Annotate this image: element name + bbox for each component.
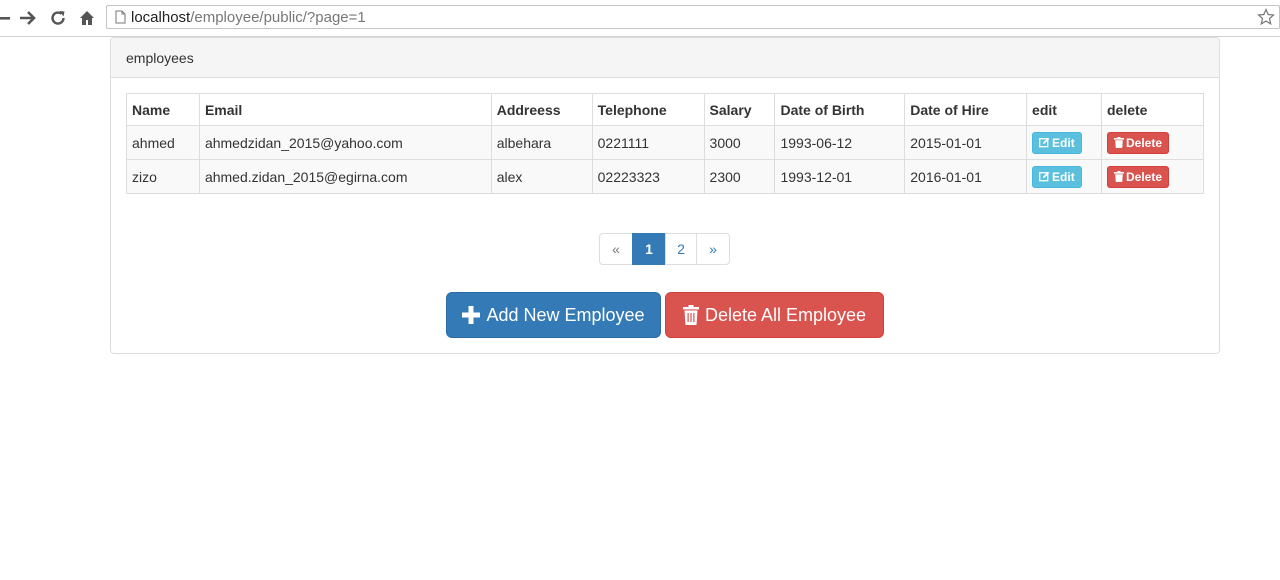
cell-salary: 3000	[703, 125, 776, 160]
table-header-row: Name Email Addreess Telephone Salary Dat…	[126, 93, 1204, 126]
cell-edit: Edit	[1026, 125, 1102, 160]
delete-all-employee-button[interactable]: Delete All Employee	[665, 292, 884, 338]
delete-all-employee-label: Delete All Employee	[704, 304, 867, 325]
cell-salary: 2300	[703, 159, 776, 194]
cell-address: albehara	[490, 125, 593, 160]
col-header-dob: Date of Birth	[774, 93, 906, 126]
cell-dob: 1993-12-01	[774, 159, 906, 194]
cell-telephone: 02223323	[591, 159, 705, 194]
col-header-delete: delete	[1101, 93, 1204, 126]
address-bar[interactable]: localhost/employee/public/?page=1	[106, 5, 1280, 29]
plus-icon	[462, 306, 481, 324]
panel-title: employees	[111, 38, 1219, 78]
pagination-page-1[interactable]: 1	[632, 233, 666, 265]
pagination-next[interactable]: »	[696, 233, 730, 265]
cell-doh: 2016-01-01	[904, 159, 1028, 194]
cell-doh: 2015-01-01	[904, 125, 1028, 160]
col-header-address: Addreess	[490, 93, 593, 126]
cell-delete: Delete	[1101, 159, 1204, 194]
col-header-edit: edit	[1026, 93, 1102, 126]
trash-icon	[1114, 171, 1124, 182]
col-header-email: Email	[198, 93, 492, 126]
col-header-salary: Salary	[703, 93, 776, 126]
edit-icon	[1039, 137, 1050, 148]
page-icon	[115, 10, 126, 29]
cell-email: ahmed.zidan_2015@egirna.com	[198, 159, 492, 194]
add-employee-label: Add New Employee	[486, 304, 645, 325]
employees-panel: employees Name Email Addreess Telephone …	[110, 37, 1220, 354]
delete-button-label: Delete	[1126, 135, 1163, 150]
trash-icon	[682, 305, 699, 325]
trash-icon	[1114, 137, 1124, 148]
delete-button-label: Delete	[1126, 169, 1163, 184]
col-header-name: Name	[126, 93, 200, 126]
cell-edit: Edit	[1026, 159, 1102, 194]
bookmark-star-icon[interactable]	[1257, 8, 1275, 31]
edit-button[interactable]: Edit	[1032, 131, 1082, 154]
edit-button[interactable]: Edit	[1032, 165, 1082, 188]
browser-toolbar: localhost/employee/public/?page=1	[0, 0, 1280, 37]
home-icon[interactable]	[77, 6, 97, 30]
employees-table: Name Email Addreess Telephone Salary Dat…	[126, 93, 1204, 194]
forward-arrow-icon[interactable]	[18, 6, 38, 30]
cell-dob: 1993-06-12	[774, 125, 906, 160]
pagination-prev[interactable]: «	[599, 233, 633, 265]
col-header-telephone: Telephone	[591, 93, 705, 126]
col-header-doh: Date of Hire	[904, 93, 1028, 126]
table-row: ahmed ahmedzidan_2015@yahoo.com albehara…	[126, 125, 1204, 160]
cell-name: zizo	[126, 159, 200, 194]
pagination: « 1 2 »	[599, 233, 730, 265]
table-row: zizo ahmed.zidan_2015@egirna.com alex 02…	[126, 159, 1204, 194]
pagination-page-2[interactable]: 2	[665, 233, 697, 265]
cell-address: alex	[490, 159, 593, 194]
cell-telephone: 0221111	[591, 125, 705, 160]
back-arrow-icon[interactable]	[0, 6, 10, 30]
delete-button[interactable]: Delete	[1107, 165, 1170, 188]
edit-button-label: Edit	[1052, 169, 1075, 184]
edit-button-label: Edit	[1052, 135, 1075, 150]
edit-icon	[1039, 171, 1050, 182]
reload-icon[interactable]	[48, 6, 68, 30]
delete-button[interactable]: Delete	[1107, 131, 1170, 154]
url-text: localhost/employee/public/?page=1	[131, 9, 366, 26]
cell-email: ahmedzidan_2015@yahoo.com	[198, 125, 492, 160]
cell-delete: Delete	[1101, 125, 1204, 160]
cell-name: ahmed	[126, 125, 200, 160]
add-employee-button[interactable]: Add New Employee	[446, 292, 661, 338]
